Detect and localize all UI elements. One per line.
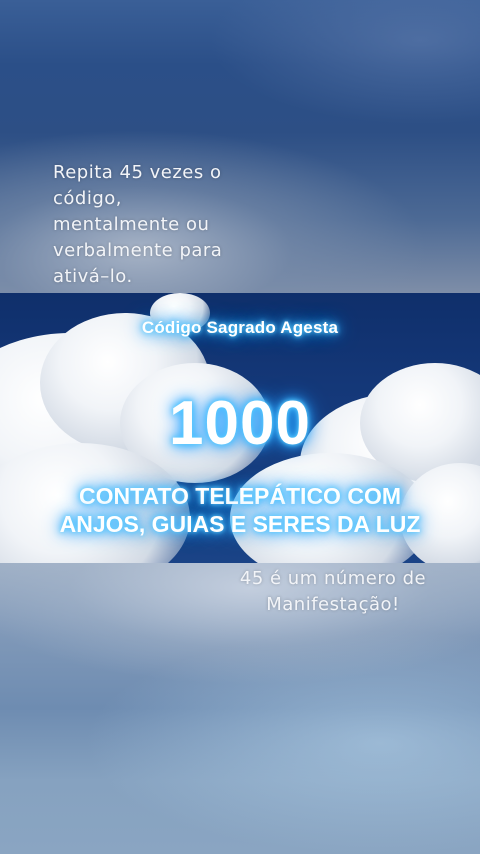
story-frame: Repita 45 vezes o código, mentalmente ou…	[0, 0, 480, 854]
headline-line: ANJOS, GUIAS E SERES DA LUZ	[59, 511, 421, 537]
caption-line: Manifestação!	[266, 594, 400, 615]
caption-line: mentalmente ou	[53, 214, 210, 235]
caption-bottom: 45 é um número de Manifestação!	[218, 566, 448, 618]
code-number: 1000	[169, 389, 311, 458]
caption-line: ativá–lo.	[53, 266, 133, 287]
headline-line: CONTATO TELEPÁTICO COM	[79, 483, 401, 509]
caption-line: código,	[53, 188, 122, 209]
caption-line: 45 é um número de	[239, 568, 427, 589]
caption-line: Repita 45 vezes o	[53, 162, 222, 183]
code-subtitle: Código Sagrado Agesta	[141, 318, 339, 337]
code-headline: CONTATO TELEPÁTICO COM ANJOS, GUIAS E SE…	[0, 482, 480, 538]
caption-top: Repita 45 vezes o código, mentalmente ou…	[53, 160, 253, 290]
caption-line: verbalmente para	[53, 240, 223, 261]
